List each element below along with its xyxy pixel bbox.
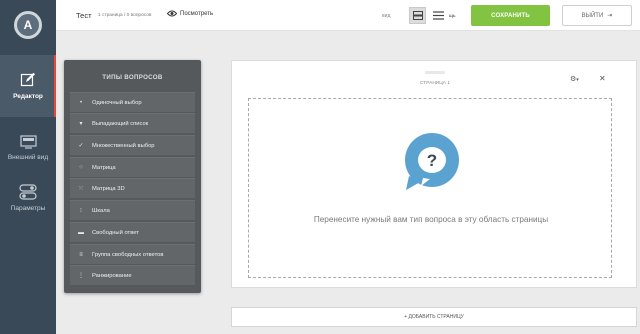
preview-link[interactable]: Посмотреть xyxy=(167,10,213,17)
ranking-icon: ⋮ xyxy=(78,273,84,279)
logo-badge: A xyxy=(14,11,42,39)
question-type-dropdown[interactable]: ▾ Выпадающий список xyxy=(70,113,195,133)
question-type-label: Матрица 3D xyxy=(92,185,125,192)
question-types-panel: ТИПЫ ВОПРОСОВ • Одиночный выбор ▾ Выпада… xyxy=(64,60,201,293)
drop-hint-text: Перенесите нужный вам тип вопроса в эту … xyxy=(313,215,549,224)
sidebar-item-label: Редактор xyxy=(13,93,43,100)
question-type-free-answer-group[interactable]: ≡ Группа свободных ответов xyxy=(70,244,195,264)
eye-icon xyxy=(167,10,177,17)
view-extra-label: щь xyxy=(449,14,456,19)
scale-icon: ⁝ xyxy=(80,208,82,214)
question-type-label: Шкала xyxy=(92,207,110,214)
sidebar-item-editor[interactable]: Редактор xyxy=(0,55,56,117)
text-group-icon: ≡ xyxy=(79,251,83,258)
view-blocks-icon xyxy=(412,11,423,20)
dropdown-arrow-icon: ▾ xyxy=(79,121,83,127)
top-bar: Тест 1 страница / 0 вопросов Посмотреть … xyxy=(56,0,640,31)
question-type-scale[interactable]: ⁝ Шкала xyxy=(70,200,195,220)
edit-icon xyxy=(20,72,35,87)
question-type-matrix[interactable]: ⁘ Матрица xyxy=(70,157,195,177)
question-type-free-answer[interactable]: ▬ Свободный ответ xyxy=(70,222,195,242)
question-drop-zone[interactable]: ? Перенесите нужный вам тип вопроса в эт… xyxy=(248,98,612,278)
question-bubble-icon: ? xyxy=(405,133,459,190)
close-icon: ✕ xyxy=(599,74,606,83)
matrix-icon: ⁘ xyxy=(78,165,84,171)
page-settings-button[interactable]: ⚙▾ xyxy=(570,75,579,83)
question-types-title: ТИПЫ ВОПРОСОВ xyxy=(102,74,163,81)
question-type-ranking[interactable]: ⋮ Ранжирование xyxy=(70,265,195,285)
question-type-label: Группа свободных ответов xyxy=(92,251,164,258)
view-label: вид xyxy=(382,13,391,19)
survey-page-card: СТРАНИЦА 1 ⚙▾ ✕ ? Перенесите нужный вам … xyxy=(231,60,637,288)
question-type-label: Ранжирование xyxy=(92,272,132,279)
left-sidebar: A Редактор Внешний вид Параметры xyxy=(0,0,56,334)
exit-icon: ⇥ xyxy=(607,13,613,19)
checkmark-icon: ✓ xyxy=(78,143,84,149)
view-compact-button[interactable] xyxy=(409,7,426,24)
list-lines-icon xyxy=(433,11,444,20)
sidebar-item-settings[interactable]: Параметры xyxy=(0,167,56,229)
sidebar-item-label: Параметры xyxy=(10,205,46,212)
close-page-button[interactable]: ✕ xyxy=(599,74,606,83)
save-button[interactable]: СОХРАНИТЬ xyxy=(471,5,550,26)
sidebar-item-label: Внешний вид xyxy=(7,154,49,161)
dot-icon: • xyxy=(79,99,83,106)
question-type-label: Матрица xyxy=(92,164,116,171)
add-page-button[interactable]: + ДОБАВИТЬ СТРАНИЦУ xyxy=(231,307,637,327)
monitor-icon xyxy=(19,135,37,149)
logo[interactable]: A xyxy=(0,0,56,50)
question-type-single-choice[interactable]: • Одиночный выбор xyxy=(70,92,195,112)
question-type-label: Множественный выбор xyxy=(92,142,155,149)
view-list-button[interactable] xyxy=(430,7,447,24)
preview-label: Посмотреть xyxy=(180,10,214,17)
exit-button[interactable]: ВЫЙТИ ⇥ xyxy=(562,5,632,26)
question-type-multiple-choice[interactable]: ✓ Множественный выбор xyxy=(70,135,195,155)
toggle-settings-icon xyxy=(19,184,37,200)
question-type-label: Свободный ответ xyxy=(92,229,139,236)
survey-title[interactable]: Тест xyxy=(76,11,92,20)
survey-meta: 1 страница / 0 вопросов xyxy=(98,13,152,18)
matrix-3d-icon: ⁙ xyxy=(78,186,84,192)
question-type-label: Выпадающий список xyxy=(92,120,149,127)
exit-label: ВЫЙТИ xyxy=(581,12,604,19)
question-type-label: Одиночный выбор xyxy=(92,99,142,106)
svg-text:?: ? xyxy=(427,151,437,170)
text-field-icon: ▬ xyxy=(78,229,84,236)
question-type-matrix-3d[interactable]: ⁙ Матрица 3D xyxy=(70,178,195,198)
chevron-down-icon: ▾ xyxy=(576,77,579,83)
page-drag-handle[interactable] xyxy=(425,71,445,74)
